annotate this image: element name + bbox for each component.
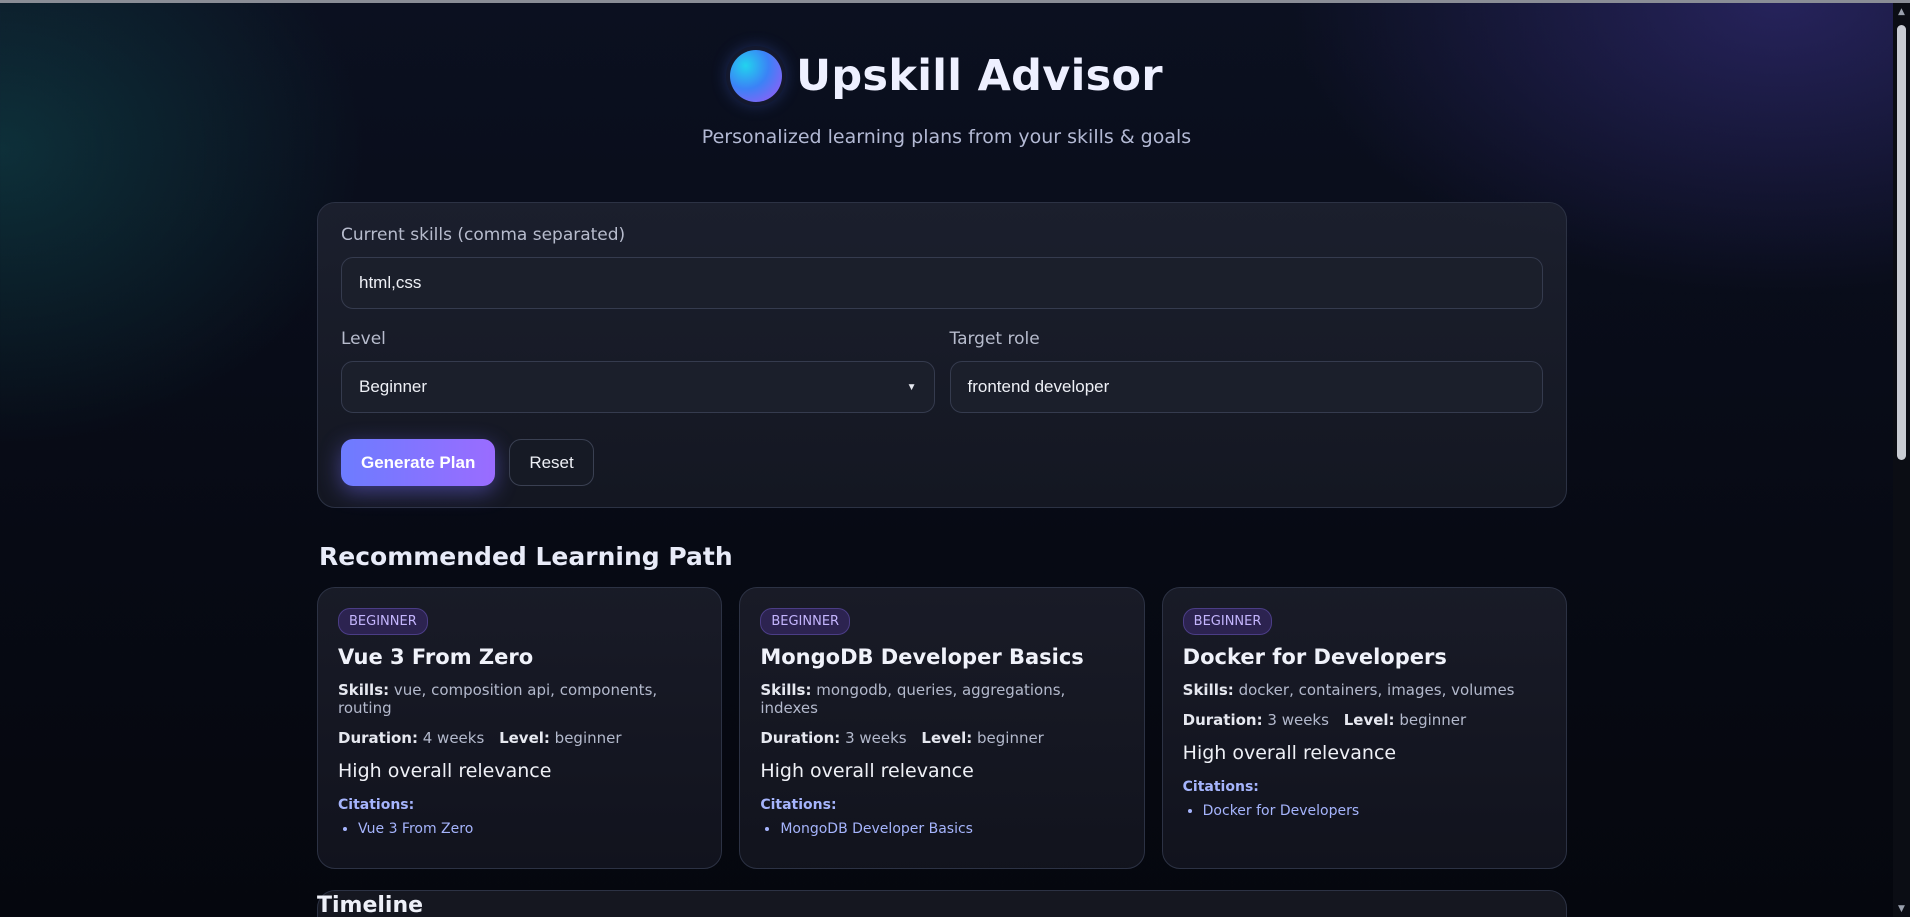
citations-list: Vue 3 From Zero [338,821,701,837]
duration-key: Duration: [1182,711,1263,729]
section-title-learning-path: Recommended Learning Path [319,542,733,571]
target-role-input[interactable]: frontend developer [949,361,1543,413]
relevance-text: High overall relevance [338,760,552,782]
course-duration-level: Duration: 3 weeks Level: beginner [760,729,1123,747]
duration-value: 3 weeks [845,729,907,747]
plan-form-card: Current skills (comma separated) html,cs… [317,202,1567,508]
course-duration-level: Duration: 4 weeks Level: beginner [338,729,701,747]
relevance-text: High overall relevance [1182,742,1397,764]
skills-value: docker, containers, images, volumes [1238,681,1515,699]
caret-down-icon: ▼ [906,381,917,393]
course-card: BEGINNER MongoDB Developer Basics Skills… [739,587,1145,869]
citation-link[interactable]: Docker for Developers [1203,803,1546,819]
skills-key: Skills: [338,681,390,699]
level-key: Level: [921,729,973,747]
level-value: beginner [977,729,1044,747]
vertical-scrollbar[interactable]: ▲ ▼ [1893,3,1910,917]
citations-list: MongoDB Developer Basics [760,821,1123,837]
level-value: beginner [554,729,622,747]
generate-plan-button[interactable]: Generate Plan [341,439,496,486]
citations-label: Citations: [1182,779,1259,795]
course-duration-level: Duration: 3 weeks Level: beginner [1183,711,1546,729]
skills-label: Current skills (comma separated) [341,225,626,245]
duration-key: Duration: [338,729,418,747]
level-key: Level: [499,729,550,747]
logo-orb-icon [730,50,783,102]
course-cards: BEGINNER Vue 3 From Zero Skills: vue, co… [317,587,1567,869]
skills-input[interactable]: html,css [341,257,1543,309]
duration-value: 4 weeks [422,729,485,747]
timeline-title: Timeline [317,893,424,917]
skills-key: Skills: [1182,681,1234,699]
level-label: Level [341,329,386,349]
course-title: MongoDB Developer Basics [760,645,1084,669]
course-title: Docker for Developers [1182,645,1447,669]
target-column: Target role frontend developer [949,329,1543,413]
scroll-down-arrow-icon[interactable]: ▼ [1893,900,1910,917]
citations-label: Citations: [338,797,415,813]
course-title: Vue 3 From Zero [338,645,534,669]
window-top-border [0,0,1910,3]
relevance-text: High overall relevance [760,760,974,782]
skills-key: Skills: [760,681,812,699]
level-badge: BEGINNER [760,608,851,635]
level-value: beginner [1399,711,1467,729]
reset-button[interactable]: Reset [509,439,594,486]
duration-key: Duration: [760,729,841,747]
citations-label: Citations: [760,797,837,813]
target-role-input-value: frontend developer [967,377,1110,396]
brand: Upskill Advisor [730,50,1163,102]
duration-value: 3 weeks [1267,711,1329,729]
course-skills: Skills: docker, containers, images, volu… [1183,681,1546,699]
skills-input-value: html,css [359,273,422,292]
citations-list: Docker for Developers [1183,803,1546,819]
course-card: BEGINNER Vue 3 From Zero Skills: vue, co… [317,587,723,869]
app-header: Upskill Advisor Personalized learning pl… [0,50,1893,148]
scrollbar-thumb[interactable] [1897,25,1906,460]
form-actions: Generate Plan Reset [341,439,1543,486]
level-select[interactable]: Beginner ▼ [341,361,935,413]
level-select-value: Beginner [359,377,428,396]
level-target-row: Level Beginner ▼ Target role frontend de… [341,329,1543,413]
timeline-card [317,890,1567,917]
app-subtitle: Personalized learning plans from your sk… [701,126,1192,148]
course-skills: Skills: mongodb, queries, aggregations, … [760,681,1123,717]
course-card: BEGINNER Docker for Developers Skills: d… [1161,587,1567,869]
target-role-label: Target role [949,329,1040,349]
course-skills: Skills: vue, composition api, components… [338,681,701,717]
level-badge: BEGINNER [1182,608,1273,635]
level-column: Level Beginner ▼ [341,329,935,413]
citation-link[interactable]: MongoDB Developer Basics [780,821,1123,837]
level-key: Level: [1343,711,1395,729]
citation-link[interactable]: Vue 3 From Zero [358,821,701,837]
app-title: Upskill Advisor [796,51,1163,101]
scroll-up-arrow-icon[interactable]: ▲ [1893,3,1910,20]
level-badge: BEGINNER [338,608,428,635]
